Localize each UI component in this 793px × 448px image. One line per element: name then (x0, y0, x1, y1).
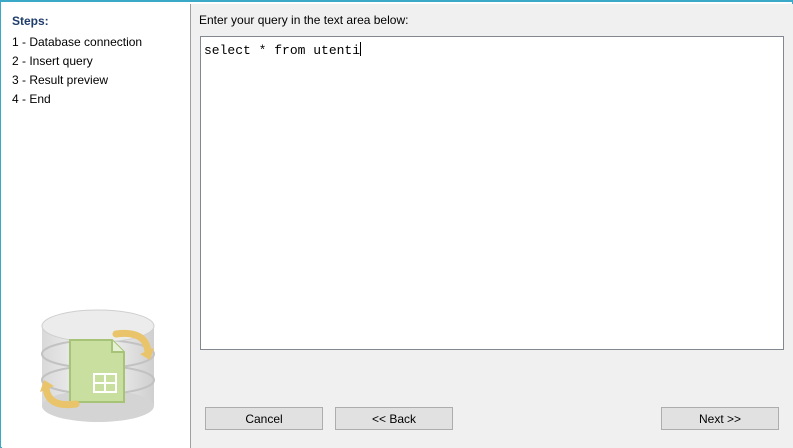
step-item-result-preview: 3 - Result preview (12, 73, 109, 87)
step-item-end: 4 - End (12, 92, 51, 106)
cancel-button[interactable]: Cancel (205, 407, 323, 430)
back-button[interactable]: << Back (335, 407, 453, 430)
query-panel: Enter your query in the text area below:… (191, 4, 793, 448)
query-prompt: Enter your query in the text area below: (199, 13, 409, 27)
query-textarea[interactable]: select * from utenti (200, 36, 784, 350)
step-list: 1 - Database connection 2 - Insert query… (12, 33, 142, 109)
steps-title: Steps: (12, 14, 49, 28)
query-text: select * from utenti (204, 43, 361, 58)
step-item-insert-query: 2 - Insert query (12, 54, 93, 68)
wizard-window: Steps: 1 - Database connection 2 - Inser… (0, 0, 793, 448)
next-button[interactable]: Next >> (661, 407, 779, 430)
text-caret (360, 42, 362, 56)
database-spreadsheet-sync-icon (36, 304, 160, 424)
steps-panel: Steps: 1 - Database connection 2 - Inser… (2, 4, 191, 448)
step-item-database-connection: 1 - Database connection (12, 35, 143, 49)
